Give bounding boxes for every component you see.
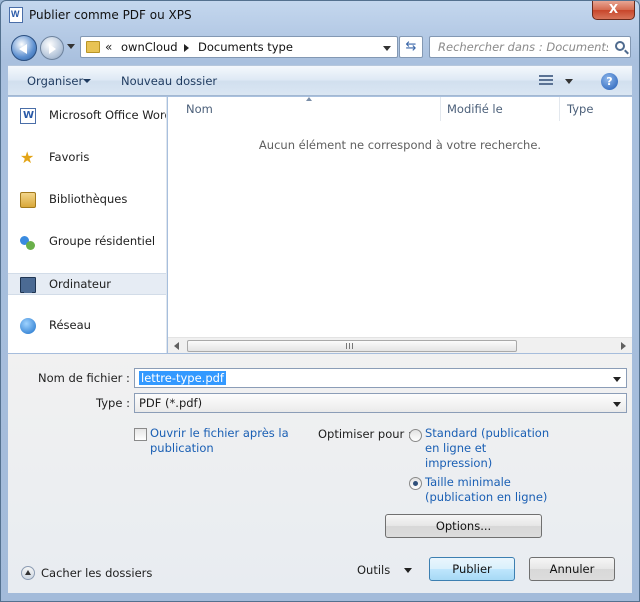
organise-button[interactable]: Organiser: [27, 74, 83, 88]
nav-item-label: Bibliothèques: [49, 192, 128, 206]
window-title: Publier comme PDF ou XPS: [29, 8, 192, 22]
library-icon: [20, 192, 36, 208]
nav-item-network[interactable]: Réseau: [8, 315, 166, 337]
open-after-publish-checkbox[interactable]: [134, 428, 147, 441]
filename-dropdown-icon[interactable]: [613, 377, 621, 382]
publish-dialog: Publier comme PDF ou XPS X « ownCloud Do…: [0, 0, 640, 602]
search-input[interactable]: Rechercher dans : Documents ...: [429, 36, 631, 58]
type-label: Type :: [96, 396, 130, 410]
navigation-pane: Microsoft Office Word ★ Favoris Biblioth…: [8, 97, 167, 353]
back-button[interactable]: [11, 35, 37, 61]
word-app-icon: [9, 7, 23, 23]
nav-item-favorites[interactable]: ★ Favoris: [8, 147, 166, 169]
nav-item-label: Groupe résidentiel: [49, 234, 156, 248]
column-header-type[interactable]: Type: [567, 102, 593, 116]
column-divider[interactable]: [559, 97, 560, 121]
search-placeholder: Rechercher dans : Documents ...: [438, 40, 608, 54]
nav-item-label: Favoris: [49, 150, 90, 164]
optimize-minimum-radio[interactable]: [409, 477, 422, 490]
type-select[interactable]: PDF (*.pdf): [134, 393, 627, 413]
nav-item-homegroup[interactable]: Groupe résidentiel: [8, 231, 166, 253]
grip-icon: [346, 343, 354, 349]
optimize-minimum-label-line1[interactable]: Taille minimale: [425, 475, 511, 490]
type-dropdown-icon[interactable]: [613, 402, 621, 407]
open-after-publish-label-line2[interactable]: publication: [150, 441, 214, 456]
breadcrumb-overflow[interactable]: «: [105, 40, 112, 54]
empty-results-message: Aucun élément ne correspond à votre rech…: [258, 138, 542, 152]
nav-item-label: Ordinateur: [49, 277, 112, 291]
recent-locations-dropdown-icon[interactable]: [67, 44, 75, 49]
close-button[interactable]: X: [592, 1, 635, 20]
word-icon: [20, 108, 36, 124]
publish-button[interactable]: Publier: [429, 557, 515, 581]
nav-item-libraries[interactable]: Bibliothèques: [8, 189, 166, 211]
nav-item-label: Réseau: [49, 318, 91, 332]
hide-folders-button[interactable]: Cacher les dossiers: [41, 566, 152, 580]
optimize-standard-label-line3[interactable]: impression): [425, 456, 492, 471]
optimize-standard-radio[interactable]: [409, 429, 422, 442]
view-options-icon[interactable]: [539, 75, 553, 87]
nav-item-word[interactable]: Microsoft Office Word: [8, 105, 166, 127]
open-after-publish-label-line1[interactable]: Ouvrir le fichier après la: [150, 426, 289, 441]
sort-ascending-icon: [306, 97, 312, 101]
tools-dropdown-icon[interactable]: [404, 568, 412, 573]
optimize-label: Optimiser pour :: [318, 427, 412, 441]
type-value: PDF (*.pdf): [139, 396, 203, 410]
file-list: Nom Modifié le Type Aucun élément ne cor…: [168, 97, 632, 353]
column-header-modified[interactable]: Modifié le: [447, 102, 503, 116]
chevron-up-icon[interactable]: [21, 566, 35, 580]
breadcrumb-chevron-icon[interactable]: [184, 44, 189, 52]
scrollbar-thumb[interactable]: [187, 340, 517, 352]
column-divider[interactable]: [440, 97, 441, 121]
help-icon[interactable]: ?: [601, 73, 618, 90]
tools-button[interactable]: Outils: [357, 563, 390, 577]
new-folder-button[interactable]: Nouveau dossier: [121, 74, 217, 88]
optimize-standard-label-line1[interactable]: Standard (publication: [425, 426, 549, 441]
filename-field[interactable]: lettre-type.pdf: [134, 368, 627, 388]
forward-button[interactable]: [40, 36, 64, 60]
view-dropdown-icon[interactable]: [565, 79, 573, 84]
save-options-panel: Nom de fichier : lettre-type.pdf Type : …: [8, 354, 632, 593]
cancel-button[interactable]: Annuler: [529, 557, 615, 581]
address-dropdown-icon[interactable]: [383, 46, 391, 51]
address-bar[interactable]: « ownCloud Documents type: [80, 36, 398, 58]
filename-label: Nom de fichier :: [38, 371, 130, 385]
folder-icon: [86, 41, 100, 53]
column-header-name[interactable]: Nom: [186, 102, 213, 116]
organise-dropdown-icon[interactable]: [83, 79, 91, 83]
scroll-right-icon[interactable]: [621, 342, 626, 350]
computer-icon: [20, 277, 36, 293]
filename-value: lettre-type.pdf: [139, 371, 226, 385]
column-header-row: Nom Modifié le Type: [168, 97, 632, 121]
horizontal-scrollbar[interactable]: [168, 337, 632, 353]
breadcrumb-documents-type[interactable]: Documents type: [198, 40, 293, 54]
command-toolbar: Organiser Nouveau dossier ?: [8, 65, 632, 96]
optimize-minimum-label-line2[interactable]: (publication en ligne): [425, 490, 547, 505]
breadcrumb-owncloud[interactable]: ownCloud: [121, 40, 178, 54]
network-icon: [20, 318, 36, 334]
title-bar: Publier comme PDF ou XPS X: [1, 1, 639, 31]
star-icon: ★: [20, 148, 35, 167]
optimize-standard-label-line2[interactable]: en ligne et: [425, 441, 486, 456]
scroll-left-icon[interactable]: [174, 342, 179, 350]
refresh-button[interactable]: ⇆: [399, 36, 423, 58]
search-icon[interactable]: [615, 41, 625, 51]
homegroup-icon: [20, 234, 36, 250]
options-button[interactable]: Options...: [385, 514, 542, 538]
nav-item-label: Microsoft Office Word: [49, 108, 166, 122]
nav-item-computer[interactable]: Ordinateur: [8, 273, 166, 295]
